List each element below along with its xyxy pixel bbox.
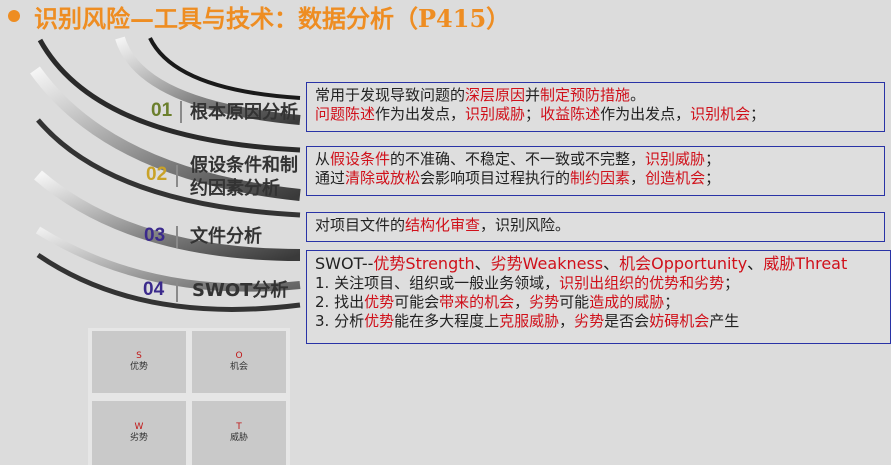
item-number-03: 03 <box>144 225 166 246</box>
plain-text: 通过 <box>315 169 346 187</box>
plain-text: 对项目文件的 <box>315 216 406 234</box>
item-label-04: SWOT分析 <box>192 280 289 301</box>
plain-text: 是否会 <box>604 312 650 330</box>
item-separator <box>180 101 182 123</box>
description-line: 1. 关注项目、组织或一般业务领域，识别出组织的优势和劣势； <box>315 274 882 293</box>
highlight-text: 深层原因 <box>465 86 526 104</box>
swot-cell-threat: T 威胁 <box>192 401 286 465</box>
plain-text: 作为出发点， <box>375 105 466 123</box>
swot-letter: T <box>236 422 242 432</box>
swot-letter: S <box>136 351 142 361</box>
description-box-02: 从假设条件的不准确、不稳定、不一致或不完整，识别威胁； 通过清除或放松会影响项目过… <box>306 146 885 196</box>
highlight-text: 结构化审查 <box>405 216 481 234</box>
highlight-text: 收益陈述 <box>540 105 601 123</box>
description-line: 2. 找出优势可能会带来的机会，劣势可能造成的威胁； <box>315 293 882 312</box>
plain-text: ； <box>724 274 740 292</box>
plain-text: 。 <box>630 86 646 104</box>
highlight-text: 劣势 <box>574 312 605 330</box>
swot-cell-weakness: W 劣势 <box>92 401 186 465</box>
highlight-text: 识别威胁 <box>645 150 706 168</box>
item-label-01: 根本原因分析 <box>190 102 298 123</box>
swot-word: 优势 <box>129 362 148 372</box>
description-line: 常用于发现导致问题的深层原因并制定预防措施。 <box>315 86 876 105</box>
highlight-text: 假设条件 <box>330 150 391 168</box>
highlight-text: 识别机会 <box>690 105 751 123</box>
description-box-01: 常用于发现导致问题的深层原因并制定预防措施。 问题陈述作为出发点，识别威胁；收益陈… <box>306 82 885 132</box>
plain-text: 2. 找出 <box>315 293 365 311</box>
item-separator <box>176 280 178 302</box>
plain-text: ； <box>525 105 541 123</box>
swot-word: 威胁 <box>229 433 248 443</box>
item-number-01: 01 <box>151 100 173 121</box>
highlight-text: 造成的威胁 <box>589 293 665 311</box>
highlight-text: 识别威胁 <box>465 105 526 123</box>
highlight-text: 创造机会 <box>645 169 706 187</box>
plain-text: ， <box>630 169 646 187</box>
plain-text: ； <box>705 169 721 187</box>
plain-text: 产生 <box>709 312 740 330</box>
highlight-text: 清除或放松 <box>345 169 421 187</box>
plain-text: ， <box>514 293 530 311</box>
highlight-text: 问题陈述 <box>315 105 376 123</box>
plain-text: 常用于发现导致问题的 <box>315 86 466 104</box>
item-label-03: 文件分析 <box>190 226 262 247</box>
highlight-text: 机会Opportunity <box>619 254 748 273</box>
plain-text: ； <box>664 293 680 311</box>
description-line: SWOT--优势Strength、劣势Weakness、机会Opportunit… <box>315 254 882 274</box>
plain-text: 1. 关注项目、组织或一般业务领域， <box>315 274 560 292</box>
highlight-text: 威胁Threat <box>763 254 848 273</box>
description-line: 3. 分析优势能在多大程度上克服威胁，劣势是否会妨碍机会产生 <box>315 312 882 331</box>
plain-text: 并 <box>525 86 541 104</box>
highlight-text: 制定预防措施 <box>540 86 631 104</box>
plain-text: 、 <box>603 254 620 273</box>
highlight-text: 优势 <box>364 312 395 330</box>
highlight-text: 克服威胁 <box>499 312 560 330</box>
highlight-text: 制约因素 <box>570 169 631 187</box>
plain-text: ； <box>705 150 721 168</box>
item-label-02-line2: 约因素分析 <box>190 178 280 199</box>
item-separator <box>176 165 178 187</box>
plain-text: ， <box>559 312 575 330</box>
plain-text: 、 <box>474 254 491 273</box>
plain-text: 可能会 <box>394 293 440 311</box>
highlight-text: 劣势 <box>529 293 560 311</box>
description-box-04: SWOT--优势Strength、劣势Weakness、机会Opportunit… <box>306 250 891 344</box>
item-label-02-line1: 假设条件和制 <box>190 155 298 176</box>
highlight-text: 劣势Weakness <box>490 254 604 273</box>
item-number-04: 04 <box>143 279 165 300</box>
swot-letter: O <box>235 351 243 361</box>
plain-text: 的不准确、不稳定、不一致或不完整， <box>390 150 646 168</box>
swot-letter: W <box>134 422 144 432</box>
swot-cell-strength: S 优势 <box>92 331 186 393</box>
highlight-text: 优势Strength <box>373 254 475 273</box>
swot-cell-opportunity: O 机会 <box>192 331 286 393</box>
description-line: 问题陈述作为出发点，识别威胁；收益陈述作为出发点，识别机会； <box>315 105 876 124</box>
plain-text: SWOT-- <box>315 254 374 273</box>
highlight-text: 带来的机会 <box>439 293 515 311</box>
plain-text: 3. 分析 <box>315 312 365 330</box>
swot-word: 劣势 <box>129 433 148 443</box>
item-number-02: 02 <box>146 164 168 185</box>
description-box-03: 对项目文件的结构化审查，识别风险。 <box>306 212 885 242</box>
plain-text: 会影响项目过程执行的 <box>420 169 571 187</box>
plain-text: ，识别风险。 <box>480 216 571 234</box>
highlight-text: 优势 <box>364 293 395 311</box>
item-separator <box>176 226 178 248</box>
description-line: 通过清除或放松会影响项目过程执行的制约因素，创造机会； <box>315 169 876 188</box>
description-line: 从假设条件的不准确、不稳定、不一致或不完整，识别威胁； <box>315 150 876 169</box>
swot-word: 机会 <box>229 362 248 372</box>
plain-text: 能在多大程度上 <box>394 312 500 330</box>
plain-text: 、 <box>747 254 764 273</box>
description-line: 对项目文件的结构化审查，识别风险。 <box>315 216 876 235</box>
plain-text: 作为出发点， <box>600 105 691 123</box>
plain-text: 可能 <box>559 293 590 311</box>
highlight-text: 识别出组织的优势和劣势 <box>559 274 725 292</box>
highlight-text: 妨碍机会 <box>649 312 710 330</box>
plain-text: ； <box>750 105 766 123</box>
plain-text: 从 <box>315 150 331 168</box>
